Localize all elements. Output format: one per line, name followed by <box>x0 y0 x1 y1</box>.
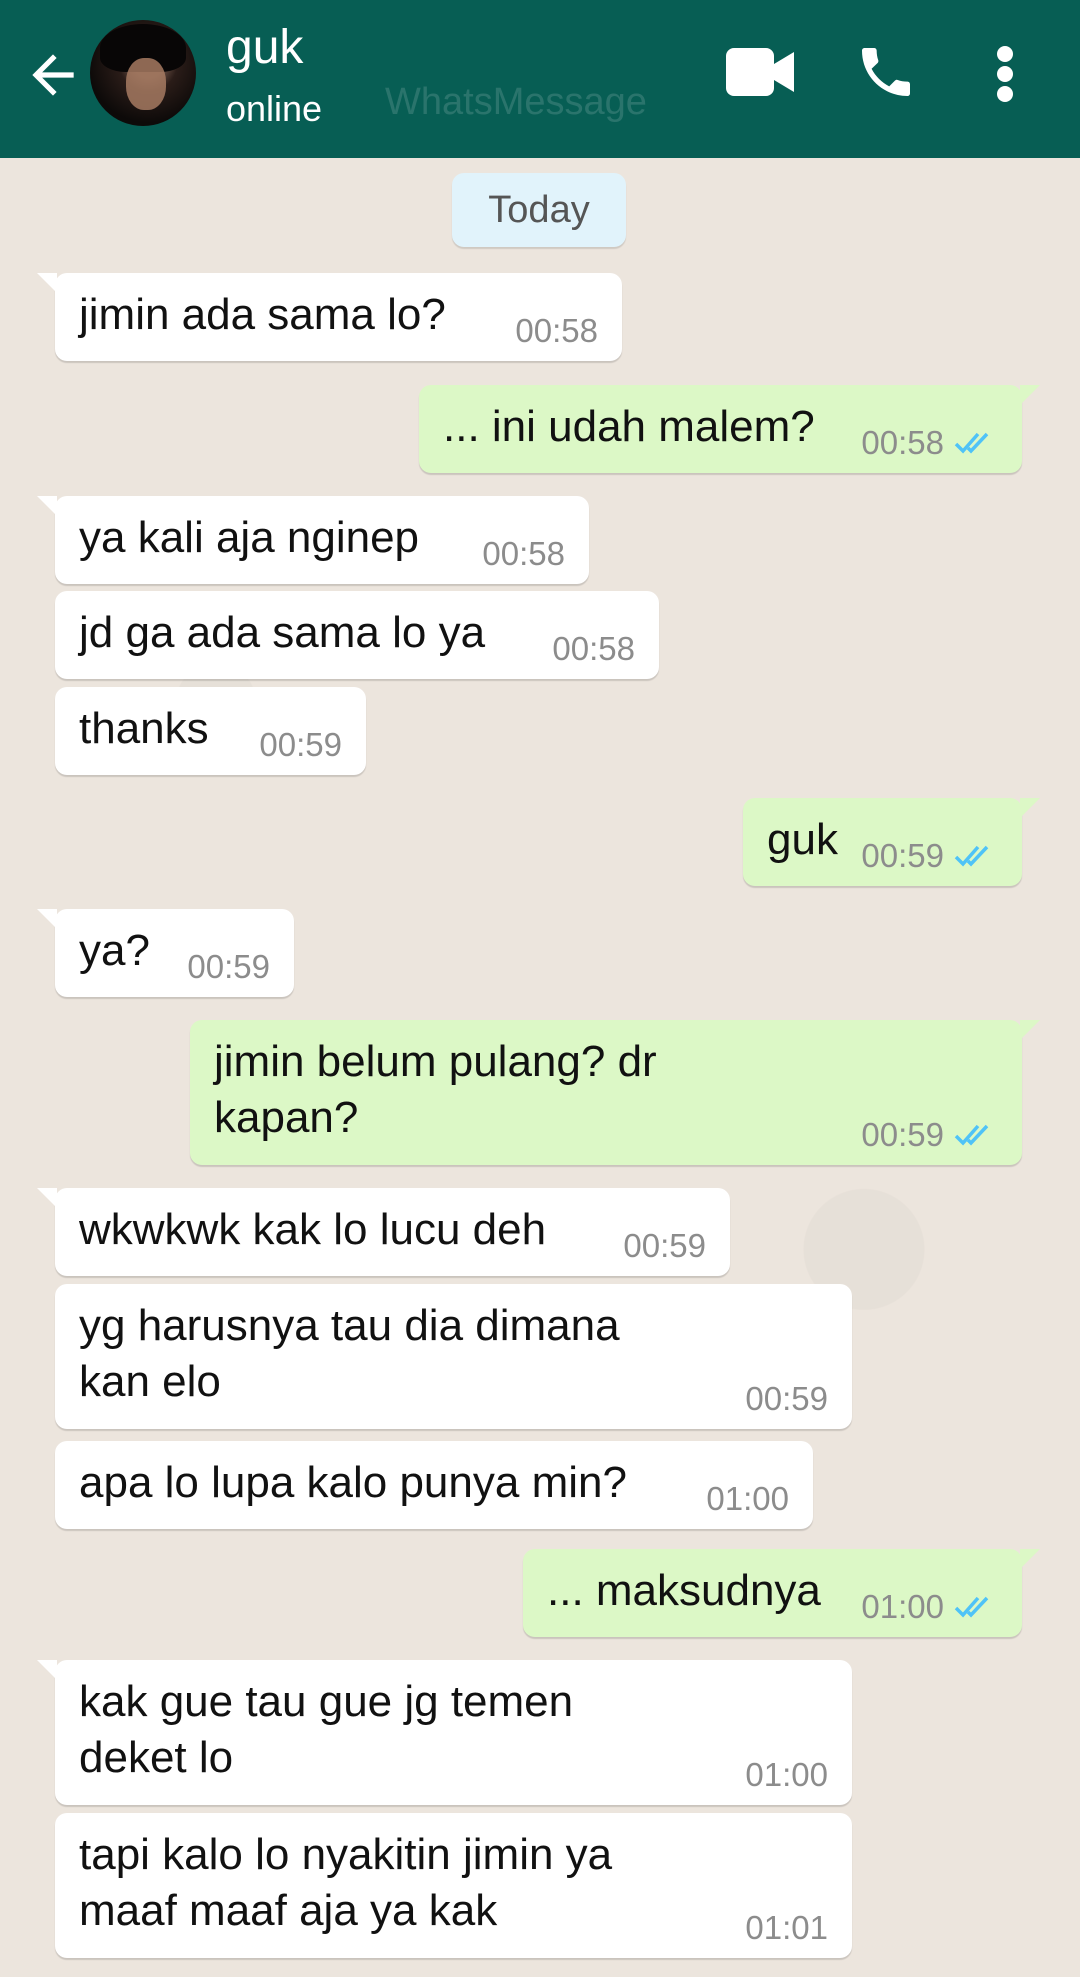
message-meta: 00:58 <box>515 313 598 349</box>
message-text: wkwkwk kak lo lucu deh <box>79 1205 547 1254</box>
message-time: 00:59 <box>187 948 270 985</box>
watermark: WhatsMessage <box>385 81 647 123</box>
contact-name[interactable]: guk <box>226 20 303 76</box>
date-chip: Today <box>452 173 626 247</box>
bubble-tail <box>37 1188 57 1208</box>
message-text: ... ini udah malem? <box>443 402 815 451</box>
message-time: 00:59 <box>745 1380 828 1417</box>
double-check-icon <box>954 1596 989 1618</box>
bubble-tail <box>37 496 57 516</box>
bubble-tail <box>37 1660 57 1680</box>
outgoing-message[interactable]: ... ini udah malem? 00:58 <box>419 385 1040 473</box>
message-time: 00:58 <box>552 630 635 667</box>
message-time: 00:59 <box>861 837 944 874</box>
message-time: 01:00 <box>745 1756 828 1793</box>
double-check-icon <box>954 1124 989 1146</box>
message-text: jimin ada sama lo? <box>79 290 446 339</box>
message-time: 00:59 <box>259 726 342 763</box>
read-receipt <box>954 430 998 456</box>
message-text: thanks <box>79 704 209 753</box>
incoming-message[interactable]: tapi kalo lo nyakitin jimin ya maaf maaf… <box>55 1813 852 1958</box>
message-text: ya kali aja nginep <box>79 513 420 562</box>
message-meta: 01:00 <box>706 1481 789 1517</box>
message-time: 01:01 <box>745 1909 828 1946</box>
read-receipt <box>954 1122 998 1148</box>
outgoing-message[interactable]: jimin belum pulang? dr kapan? 00:59 <box>190 1020 1040 1165</box>
phone-icon[interactable] <box>854 38 918 106</box>
incoming-message[interactable]: wkwkwk kak lo lucu deh 00:59 <box>37 1188 730 1276</box>
message-time: 00:58 <box>515 312 598 349</box>
message-time: 00:58 <box>861 424 944 461</box>
message-text: jd ga ada sama lo ya <box>79 608 486 657</box>
message-meta: 01:00 <box>861 1589 998 1625</box>
incoming-message[interactable]: kak gue tau gue jg temen deket lo 01:00 <box>37 1660 852 1805</box>
contact-status: online <box>226 88 323 129</box>
outgoing-message[interactable]: ... maksudnya 01:00 <box>523 1549 1040 1637</box>
bubble-tail <box>1020 798 1040 818</box>
message-text: ya? <box>79 926 150 975</box>
message-time: 00:59 <box>623 1227 706 1264</box>
incoming-message[interactable]: jimin ada sama lo? 00:58 <box>37 273 622 361</box>
message-meta: 00:59 <box>861 1117 998 1153</box>
message-time: 01:00 <box>706 1480 789 1517</box>
message-meta: 01:01 <box>745 1910 828 1946</box>
double-check-icon <box>954 432 989 454</box>
bubble-tail <box>1020 1020 1040 1040</box>
incoming-message[interactable]: yg harusnya tau dia dimana kan elo 00:59 <box>55 1284 852 1429</box>
incoming-message[interactable]: ya? 00:59 <box>37 909 294 997</box>
message-meta: 00:59 <box>745 1381 828 1417</box>
avatar[interactable] <box>90 20 196 126</box>
message-meta: 00:59 <box>861 838 998 874</box>
message-meta: 00:59 <box>623 1228 706 1264</box>
message-meta: 00:58 <box>482 536 565 572</box>
message-text: ... maksudnya <box>547 1566 821 1615</box>
outgoing-message[interactable]: guk 00:59 <box>743 798 1040 886</box>
message-meta: 01:00 <box>745 1757 828 1793</box>
message-meta: 00:59 <box>259 727 342 763</box>
message-text: guk <box>767 815 838 864</box>
message-text: yg harusnya tau dia dimana kan elo <box>79 1301 620 1406</box>
bubble-tail <box>1020 385 1040 405</box>
incoming-message[interactable]: ya kali aja nginep 00:58 <box>37 496 589 584</box>
bubble-tail <box>1020 1549 1040 1569</box>
message-text: kak gue tau gue jg temen deket lo <box>79 1677 574 1782</box>
read-receipt <box>954 843 998 869</box>
message-time: 00:59 <box>861 1116 944 1153</box>
read-receipt <box>954 1594 998 1620</box>
bubble-tail <box>37 273 57 293</box>
message-text: jimin belum pulang? dr kapan? <box>214 1037 657 1142</box>
incoming-message[interactable]: thanks 00:59 <box>55 687 366 775</box>
message-meta: 00:58 <box>552 631 635 667</box>
more-vert-icon[interactable] <box>990 44 1020 104</box>
chat-header: guk online WhatsMessage <box>0 0 1080 158</box>
message-text: tapi kalo lo nyakitin jimin ya maaf maaf… <box>79 1830 613 1935</box>
video-call-icon[interactable] <box>726 46 794 98</box>
bubble-tail <box>37 909 57 929</box>
message-meta: 00:59 <box>187 949 270 985</box>
incoming-message[interactable]: apa lo lupa kalo punya min? 01:00 <box>55 1441 813 1529</box>
message-text: apa lo lupa kalo punya min? <box>79 1458 627 1507</box>
message-meta: 00:58 <box>861 425 998 461</box>
back-arrow-icon[interactable] <box>22 44 84 106</box>
message-time: 00:58 <box>482 535 565 572</box>
incoming-message[interactable]: jd ga ada sama lo ya 00:58 <box>55 591 659 679</box>
message-time: 01:00 <box>861 1588 944 1625</box>
double-check-icon <box>954 845 989 867</box>
